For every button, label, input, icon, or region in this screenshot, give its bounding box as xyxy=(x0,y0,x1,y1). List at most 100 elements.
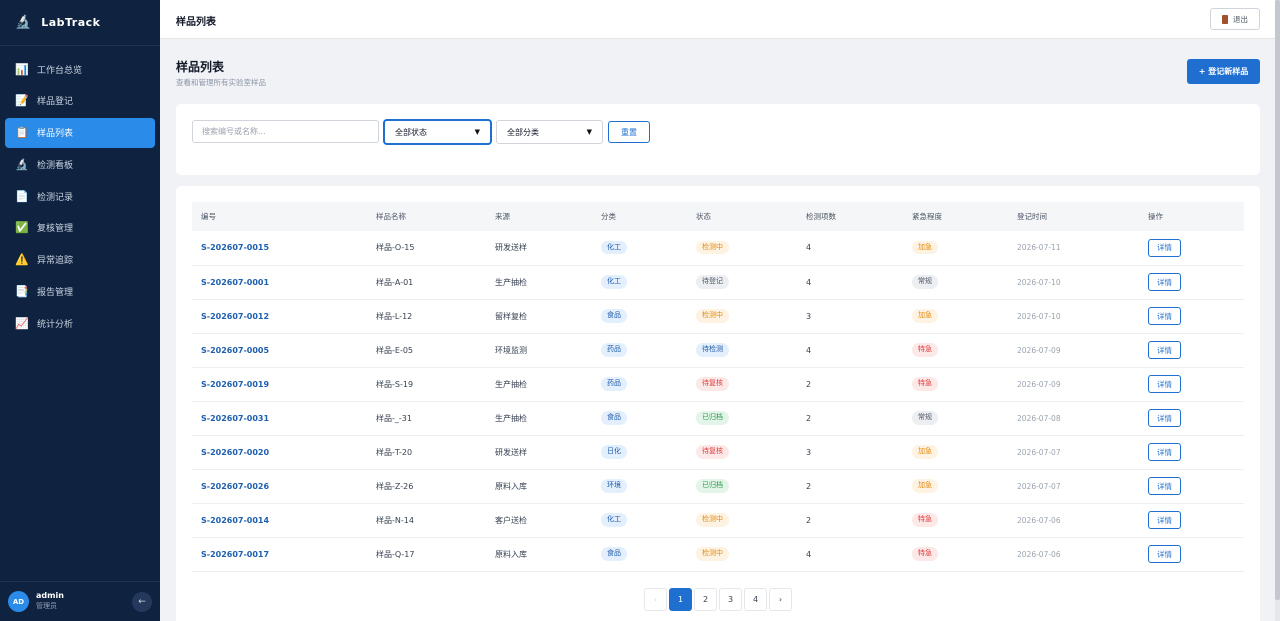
detail-button[interactable]: 详情 xyxy=(1148,375,1181,393)
test-item-count: 2 xyxy=(806,481,812,491)
urgency-cell: 特急 xyxy=(903,537,1008,571)
detail-button[interactable]: 详情 xyxy=(1148,307,1181,325)
page-button[interactable]: 2 xyxy=(694,588,717,611)
reset-button[interactable]: 重置 xyxy=(608,121,650,143)
sample-code-link[interactable]: S-202607-0005 xyxy=(192,333,367,367)
category-select[interactable]: 全部分类 ▼ xyxy=(496,120,603,144)
check-icon: ✅ xyxy=(15,221,29,235)
table-row: S-202607-0026 样品-Z-26 原料入库 环境 已归档 2 加急 2026-07-… xyxy=(192,469,1244,503)
register-date: 2026-07-09 xyxy=(1017,345,1061,355)
user-role: 管理员 xyxy=(36,602,57,611)
page-button[interactable]: 4 xyxy=(744,588,767,611)
sample-name: 样品-O-15 xyxy=(376,243,415,253)
detail-button[interactable]: 详情 xyxy=(1148,511,1181,529)
logout-button[interactable]: 退出 xyxy=(1210,8,1260,30)
sample-code-link[interactable]: S-202607-0015 xyxy=(192,231,367,265)
sample-code-link[interactable]: S-202607-0014 xyxy=(192,503,367,537)
sample-name: 样品-T-20 xyxy=(376,447,413,457)
urgency-badge: 特急 xyxy=(912,513,938,527)
topbar-title: 样品列表 xyxy=(176,17,216,28)
brand[interactable]: 🔬 LabTrack xyxy=(0,0,160,46)
test-item-count: 2 xyxy=(806,515,812,525)
category-badge: 化工 xyxy=(601,513,627,527)
category-cell: 药品 xyxy=(592,367,687,401)
urgency-badge: 加急 xyxy=(912,309,938,323)
sidebar-item-reports[interactable]: 📑 报告管理 xyxy=(5,277,155,307)
sidebar-item-review[interactable]: ✅ 复核管理 xyxy=(5,213,155,243)
add-sample-button[interactable]: + 登记新样品 xyxy=(1187,59,1260,84)
detail-button[interactable]: 详情 xyxy=(1148,443,1181,461)
detail-button[interactable]: 详情 xyxy=(1148,341,1181,359)
sample-source: 生产抽检 xyxy=(495,413,527,423)
sample-code-link[interactable]: S-202607-0001 xyxy=(192,265,367,299)
sample-code-link[interactable]: S-202607-0012 xyxy=(192,299,367,333)
sample-name: 样品-N-14 xyxy=(376,515,414,525)
filter-panel: 全部状态 ▼ 全部分类 ▼ 重置 xyxy=(176,104,1260,175)
page-button[interactable]: 3 xyxy=(719,588,742,611)
collapse-sidebar-button[interactable]: ← xyxy=(132,592,152,612)
sidebar-item-dashboard[interactable]: 📊 工作台总览 xyxy=(5,54,155,84)
sample-name: 样品-Z-26 xyxy=(376,481,414,491)
status-badge: 待登记 xyxy=(696,275,729,289)
sample-code-link[interactable]: S-202607-0020 xyxy=(192,435,367,469)
document-icon: 📄 xyxy=(15,189,29,203)
sample-code-link[interactable]: S-202607-0031 xyxy=(192,401,367,435)
table-row: S-202607-0014 样品-N-14 客户送检 化工 检测中 2 特急 2026-07-… xyxy=(192,503,1244,537)
search-input[interactable] xyxy=(192,120,379,143)
microscope-icon: 🔬 xyxy=(15,15,32,30)
urgency-cell: 常规 xyxy=(903,401,1008,435)
register-date: 2026-07-07 xyxy=(1017,481,1061,491)
test-item-count: 4 xyxy=(806,345,812,355)
sidebar-item-sample-list[interactable]: 📋 样品列表 xyxy=(5,117,155,148)
urgency-cell: 特急 xyxy=(903,333,1008,367)
trend-icon: 📈 xyxy=(15,316,29,330)
user-panel: AD admin 管理员 ← xyxy=(0,581,160,621)
sample-code-link[interactable]: S-202607-0017 xyxy=(192,537,367,571)
sidebar-item-testing-records[interactable]: 📄 检测记录 xyxy=(5,181,155,211)
status-badge: 已归档 xyxy=(696,411,729,425)
status-cell: 检测中 xyxy=(687,537,797,571)
page-title: 样品列表 xyxy=(176,60,225,74)
page-scrollbar[interactable] xyxy=(1275,0,1280,621)
brand-name: LabTrack xyxy=(41,16,101,29)
scrollbar-thumb[interactable] xyxy=(1275,0,1280,600)
status-select[interactable]: 全部状态 ▼ xyxy=(384,120,491,144)
table-row: S-202607-0015 样品-O-15 研发送样 化工 检测中 4 加急 2026-07-… xyxy=(192,231,1244,265)
chevron-down-icon: ▼ xyxy=(586,128,592,136)
prev-page-button[interactable]: ‹ xyxy=(644,588,667,611)
table-header-row: 编号 样品名称 来源 分类 状态 检测项数 紧急程度 登记时间 操作 xyxy=(192,202,1244,231)
door-icon xyxy=(1222,14,1228,24)
avatar[interactable]: AD xyxy=(8,591,29,612)
sidebar-item-statistics[interactable]: 📈 统计分析 xyxy=(5,308,155,338)
sample-code-link[interactable]: S-202607-0026 xyxy=(192,469,367,503)
test-item-count: 3 xyxy=(806,311,812,321)
sidebar-item-sample-register[interactable]: 📝 样品登记 xyxy=(5,86,155,116)
sidebar-item-anomaly[interactable]: ⚠️ 异常追踪 xyxy=(5,245,155,275)
detail-button[interactable]: 详情 xyxy=(1148,545,1181,563)
page-button[interactable]: 1 xyxy=(669,588,692,611)
column-header: 状态 xyxy=(696,212,711,221)
column-header: 操作 xyxy=(1148,212,1163,221)
category-select-value: 全部分类 xyxy=(507,127,539,137)
sample-source: 客户送检 xyxy=(495,515,527,525)
sample-name: 样品-_-31 xyxy=(376,413,412,423)
sidebar-nav: 📊 工作台总览 📝 样品登记 📋 样品列表 🔬 检测看板 📄 检测记录 ✅ 复核管理 ⚠️ 异常追踪 📑 报告… xyxy=(0,46,160,338)
next-page-button[interactable]: › xyxy=(769,588,792,611)
test-item-count: 4 xyxy=(806,277,812,287)
detail-button[interactable]: 详情 xyxy=(1148,409,1181,427)
action-cell: 详情 xyxy=(1139,435,1244,469)
register-date: 2026-07-10 xyxy=(1017,311,1061,321)
sidebar-item-label: 样品列表 xyxy=(37,129,74,140)
detail-button[interactable]: 详情 xyxy=(1148,238,1181,257)
detail-button[interactable]: 详情 xyxy=(1148,477,1181,495)
sample-name: 样品-L-12 xyxy=(376,311,413,321)
urgency-badge: 加急 xyxy=(912,445,938,459)
sample-table: 编号 样品名称 来源 分类 状态 检测项数 紧急程度 登记时间 操作 S-202607-0015… xyxy=(192,202,1244,572)
sidebar-item-label: 检测记录 xyxy=(37,192,74,203)
sample-code-link[interactable]: S-202607-0019 xyxy=(192,367,367,401)
status-cell: 检测中 xyxy=(687,503,797,537)
table-row: S-202607-0031 样品-_-31 生产抽检 食品 已归档 2 常规 2026-07-… xyxy=(192,401,1244,435)
detail-button[interactable]: 详情 xyxy=(1148,273,1181,291)
sidebar-item-testing-board[interactable]: 🔬 检测看板 xyxy=(5,149,155,179)
sample-name: 样品-E-05 xyxy=(376,345,414,355)
